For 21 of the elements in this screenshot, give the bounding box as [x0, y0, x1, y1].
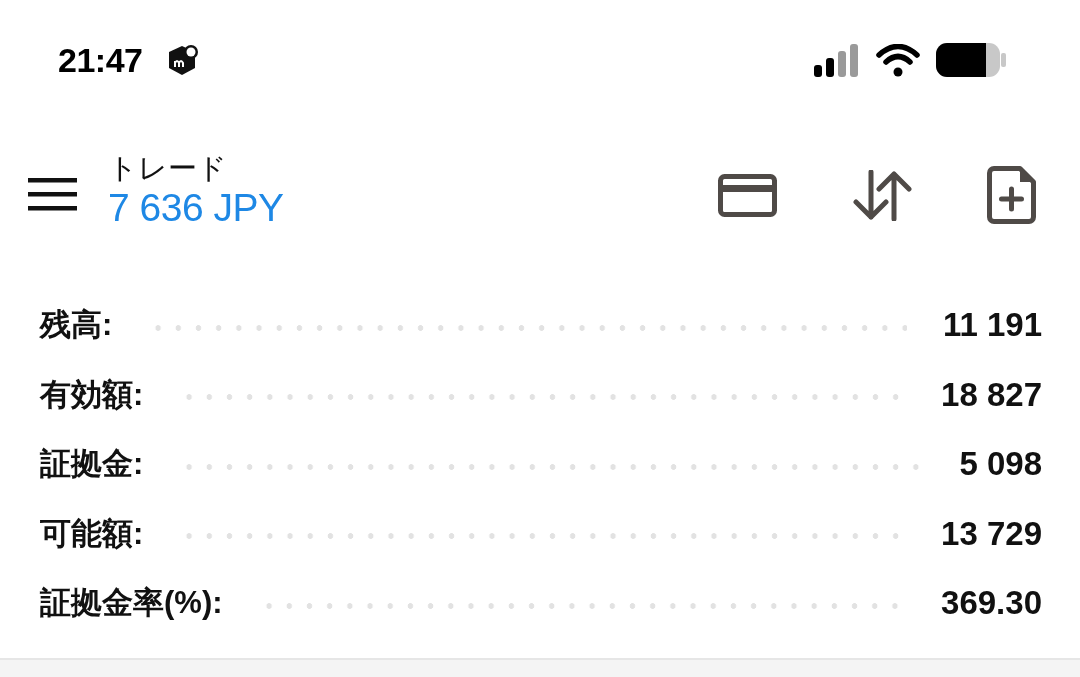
account-balance: 7 636 JPY [108, 185, 284, 231]
menu-icon[interactable] [28, 178, 77, 212]
status-time: 21:47 [58, 43, 143, 77]
field-label: 有効額: [40, 378, 144, 410]
field-label: 証拠金: [40, 448, 144, 480]
field-value: 18 827 [941, 377, 1042, 411]
card-icon[interactable] [718, 173, 777, 217]
field-value: 369.30 [941, 586, 1042, 620]
field-value: 11 191 [942, 308, 1042, 342]
signal-icon [814, 43, 860, 77]
transfer-arrows-icon[interactable] [852, 169, 912, 221]
battery-icon [936, 43, 1006, 77]
field-label: 残高: [40, 309, 113, 341]
new-document-icon[interactable] [987, 166, 1036, 224]
field-value: 5 098 [959, 447, 1042, 481]
field-label: 証拠金率(%): [40, 587, 223, 619]
field-value: 13 729 [941, 516, 1042, 550]
wifi-icon [876, 43, 920, 77]
screen-title: トレード [108, 151, 228, 186]
field-label: 可能額: [40, 517, 144, 549]
cube-icon [168, 44, 200, 76]
